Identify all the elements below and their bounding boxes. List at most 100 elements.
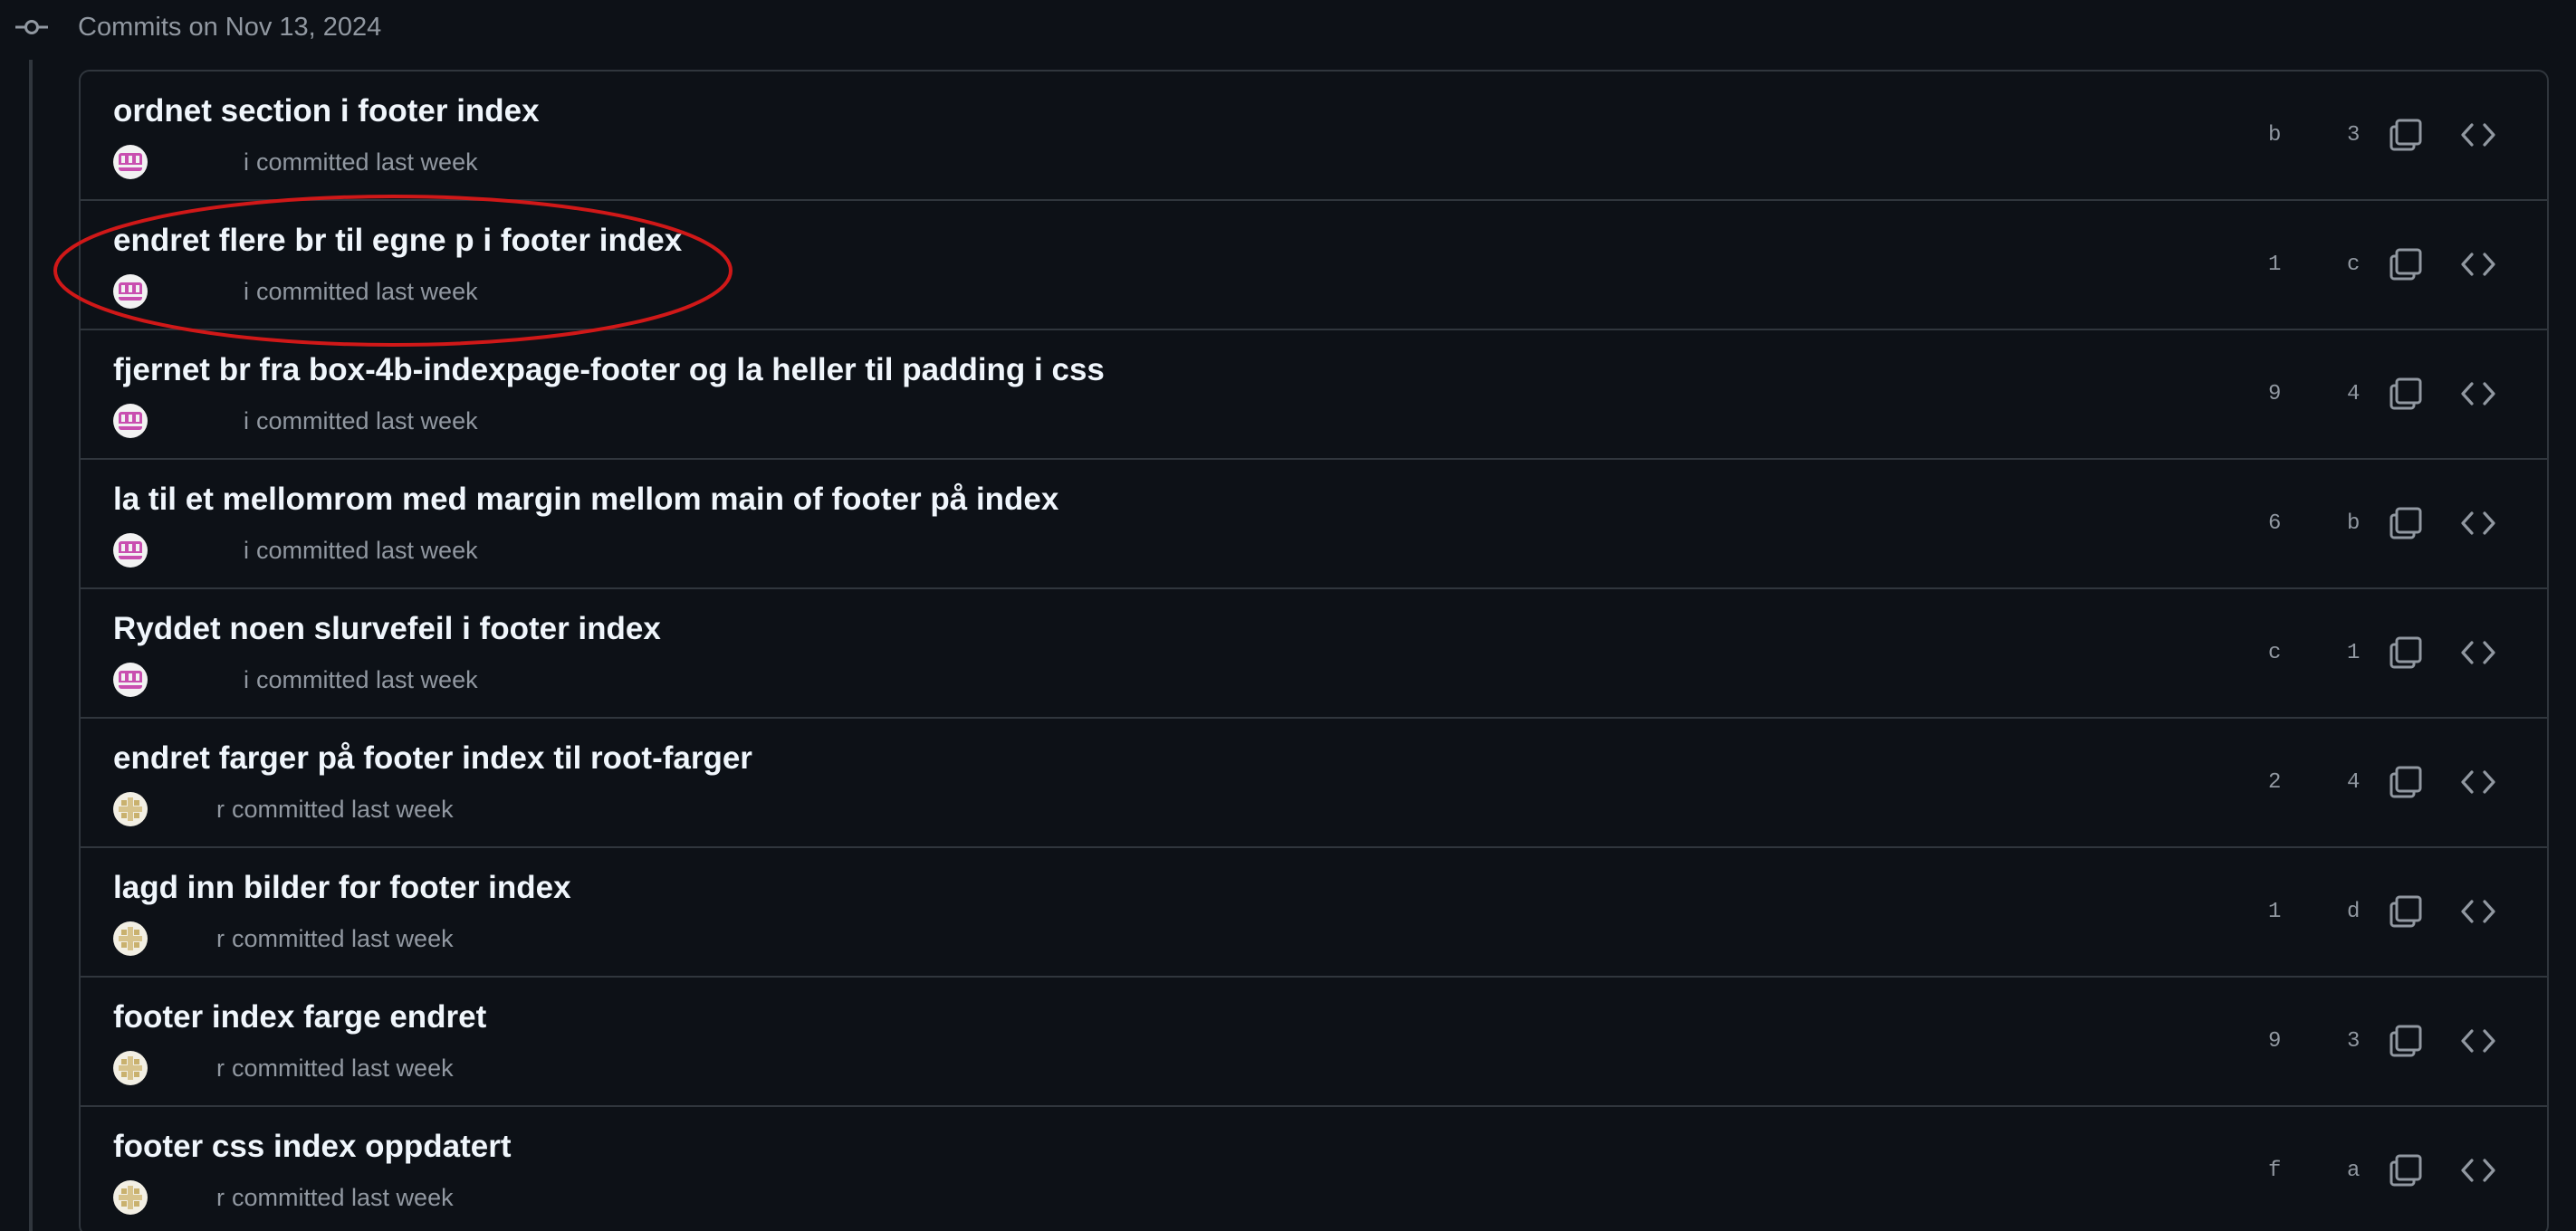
commit-message-link[interactable]: ordnet section i footer index (113, 93, 540, 129)
avatar[interactable] (113, 404, 148, 438)
copy-sha-button[interactable] (2382, 759, 2429, 806)
browse-repository-button[interactable] (2455, 629, 2502, 676)
commit-sha[interactable]: 1 (2268, 848, 2281, 976)
commit-action-text: committed last week (232, 924, 454, 952)
commit-author[interactable]: i (244, 666, 249, 694)
avatar[interactable] (113, 663, 148, 697)
commit-row[interactable]: lagd inn bilder for footer index r commi… (81, 848, 2547, 978)
avatar[interactable] (113, 921, 148, 956)
commit-sha-part[interactable]: 3 (2347, 978, 2360, 1105)
commit-action-text: committed last week (256, 277, 478, 305)
commit-author[interactable]: r (216, 1184, 225, 1212)
copy-sha-button[interactable] (2382, 500, 2429, 547)
commit-row[interactable]: la til et mellomrom med margin mellom ma… (81, 460, 2547, 589)
commit-row[interactable]: endret farger på footer index til root-f… (81, 719, 2547, 848)
commit-sha[interactable]: b (2268, 72, 2281, 199)
commit-message-link[interactable]: fjernet br fra box-4b-indexpage-footer o… (113, 352, 1105, 388)
commit-row[interactable]: footer index farge endret r committed la… (81, 978, 2547, 1107)
copy-icon (2389, 119, 2422, 151)
commit-action-text: committed last week (256, 148, 478, 176)
browse-repository-button[interactable] (2455, 500, 2502, 547)
commit-sha-part[interactable]: 4 (2347, 330, 2360, 458)
copy-sha-button[interactable] (2382, 370, 2429, 417)
commit-meta: i committed last week (113, 532, 478, 568)
copy-icon (2389, 377, 2422, 410)
commit-sha-part[interactable]: 1 (2347, 589, 2360, 717)
commit-sha-part[interactable]: 3 (2347, 72, 2360, 199)
commit-row[interactable]: ordnet section i footer index i committe… (81, 72, 2547, 201)
commit-message-link[interactable]: endret farger på footer index til root-f… (113, 740, 752, 777)
copy-sha-button[interactable] (2382, 111, 2429, 158)
avatar[interactable] (113, 1051, 148, 1085)
commit-author[interactable]: i (244, 148, 249, 177)
copy-sha-button[interactable] (2382, 1147, 2429, 1194)
browse-repository-button[interactable] (2455, 370, 2502, 417)
commit-sha-part[interactable]: b (2347, 460, 2360, 587)
commit-sha[interactable]: c (2268, 589, 2281, 717)
copy-sha-button[interactable] (2382, 888, 2429, 935)
avatar[interactable] (113, 792, 148, 826)
browse-repository-button[interactable] (2455, 1147, 2502, 1194)
commit-sha-part[interactable]: d (2347, 848, 2360, 976)
copy-icon (2389, 895, 2422, 928)
commit-row[interactable]: fjernet br fra box-4b-indexpage-footer o… (81, 330, 2547, 460)
commit-meta: i committed last week (113, 403, 478, 439)
commit-message-link[interactable]: Ryddet noen slurvefeil i footer index (113, 611, 661, 647)
commit-message-link[interactable]: endret flere br til egne p i footer inde… (113, 223, 682, 259)
copy-sha-button[interactable] (2382, 241, 2429, 288)
avatar[interactable] (113, 145, 148, 179)
commit-group-header: Commits on Nov 13, 2024 (0, 0, 381, 54)
commit-sha[interactable]: 1 (2268, 201, 2281, 329)
copy-icon (2389, 248, 2422, 281)
commit-author[interactable]: r (216, 925, 225, 953)
commit-author[interactable]: i (244, 278, 249, 306)
code-icon (2461, 123, 2495, 147)
copy-icon (2389, 1154, 2422, 1187)
commit-sha[interactable]: 2 (2268, 719, 2281, 846)
commit-row[interactable]: endret flere br til egne p i footer inde… (81, 201, 2547, 330)
code-icon (2461, 770, 2495, 794)
browse-repository-button[interactable] (2455, 111, 2502, 158)
code-icon (2461, 253, 2495, 276)
commit-action-text: committed last week (256, 406, 478, 434)
commit-group-title: Commits on Nov 13, 2024 (78, 12, 382, 42)
commit-meta: i committed last week (113, 273, 478, 310)
copy-icon (2389, 507, 2422, 539)
commit-message-link[interactable]: lagd inn bilder for footer index (113, 870, 571, 906)
copy-sha-button[interactable] (2382, 629, 2429, 676)
browse-repository-button[interactable] (2455, 888, 2502, 935)
code-icon (2461, 511, 2495, 535)
commit-message-link[interactable]: footer index farge endret (113, 999, 486, 1035)
commit-author[interactable]: r (216, 796, 225, 824)
commit-list: ordnet section i footer index i committe… (79, 70, 2549, 1231)
commit-sha-part[interactable]: c (2347, 201, 2360, 329)
commit-sha[interactable]: f (2268, 1107, 2281, 1231)
commit-author[interactable]: r (216, 1054, 225, 1083)
avatar[interactable] (113, 533, 148, 568)
commit-meta: i committed last week (113, 662, 478, 698)
avatar[interactable] (113, 1180, 148, 1215)
copy-icon (2389, 636, 2422, 669)
commit-sha[interactable]: 9 (2268, 978, 2281, 1105)
commit-author[interactable]: i (244, 407, 249, 435)
commit-message-link[interactable]: la til et mellomrom med margin mellom ma… (113, 482, 1058, 518)
commit-action-text: committed last week (232, 1054, 454, 1082)
commit-row[interactable]: Ryddet noen slurvefeil i footer index i … (81, 589, 2547, 719)
commit-sha-part[interactable]: 4 (2347, 719, 2360, 846)
browse-repository-button[interactable] (2455, 1017, 2502, 1064)
code-icon (2461, 641, 2495, 664)
avatar[interactable] (113, 274, 148, 309)
commit-author[interactable]: i (244, 537, 249, 565)
commit-history-page: Commits on Nov 13, 2024 ordnet section i… (0, 0, 2576, 1231)
commit-sha[interactable]: 9 (2268, 330, 2281, 458)
commit-message-link[interactable]: footer css index oppdatert (113, 1129, 512, 1165)
commit-sha-part[interactable]: a (2347, 1107, 2360, 1231)
copy-sha-button[interactable] (2382, 1017, 2429, 1064)
code-icon (2461, 1159, 2495, 1182)
commit-sha[interactable]: 6 (2268, 460, 2281, 587)
browse-repository-button[interactable] (2455, 759, 2502, 806)
commit-row[interactable]: footer css index oppdatert r committed l… (81, 1107, 2547, 1231)
code-icon (2461, 900, 2495, 923)
browse-repository-button[interactable] (2455, 241, 2502, 288)
copy-icon (2389, 766, 2422, 798)
